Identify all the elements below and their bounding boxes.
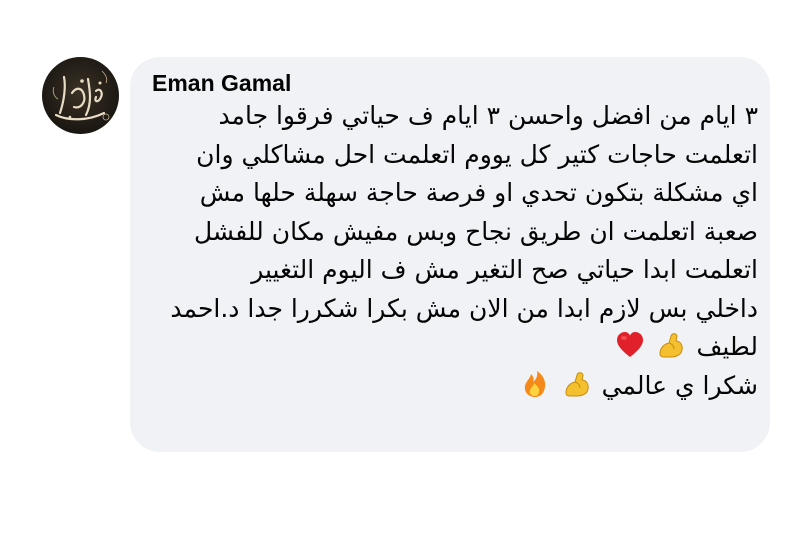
comment-line: صعبة اتعلمت ان طريق نجاح وبس مفيش مكان ل… — [193, 216, 758, 246]
comment-line: اي مشكلة بتكون تحدي او فرصة حاجة سهلة حل… — [199, 178, 758, 207]
avatar[interactable] — [42, 57, 119, 134]
comment-line-text: لطيف — [696, 332, 758, 361]
comment-line: ٣ ايام من افضل واحسن ٣ ايام ف حياتي فرقو… — [218, 101, 758, 130]
comment-line: داخلي بس لازم ابدا من الان مش بكرا شكررا… — [170, 293, 758, 323]
author-name[interactable]: Eman Gamal — [152, 70, 291, 97]
red-heart-icon — [615, 330, 645, 360]
comment-line-with-emoji: لطيف — [158, 328, 758, 367]
comment-line: اتعلمت ابدا حياتي صح التغير مش ف اليوم ا… — [251, 255, 758, 284]
comment-text: ٣ ايام من افضل واحسن ٣ ايام ف حياتي فرقو… — [158, 97, 758, 405]
comment-line-with-emoji: شكرا ي عالمي — [158, 367, 758, 406]
comment-line: اتعلمت حاجات كتير كل يووم اتعلمت احل مشا… — [196, 139, 758, 169]
avatar-calligraphy-icon — [52, 70, 110, 121]
flexed-biceps-icon — [656, 330, 686, 360]
comment-line-text: شكرا ي عالمي — [601, 370, 758, 400]
flexed-biceps-icon — [562, 369, 592, 399]
comment: Eman Gamal ٣ ايام من افضل واحسن ٣ ايام ف… — [0, 0, 800, 533]
fire-icon — [520, 369, 550, 399]
